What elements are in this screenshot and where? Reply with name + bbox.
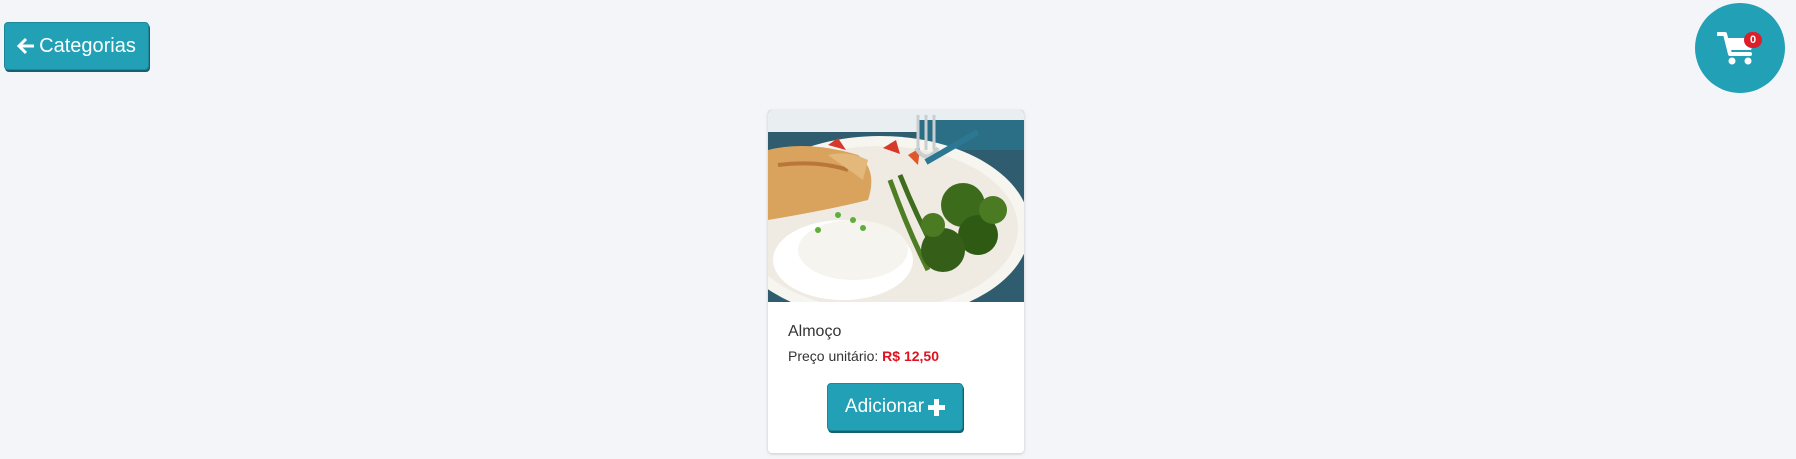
back-to-categories-button[interactable]: Categorias [4, 22, 149, 70]
arrow-left-icon [17, 37, 35, 55]
add-button-label: Adicionar [844, 396, 925, 417]
price-value: R$ 12,50 [882, 348, 939, 364]
price-label: Preço unitário: [788, 348, 879, 364]
add-to-cart-button[interactable]: Adicionar [827, 383, 963, 431]
product-card: Almoço Preço unitário: R$ 12,50 Adiciona… [768, 110, 1024, 453]
product-price: Preço unitário: R$ 12,50 [788, 348, 939, 364]
page: Categorias 0 Almoço Preço unitário: R$ 1… [0, 0, 1796, 459]
back-button-label: Categorias [39, 34, 136, 57]
plus-icon [928, 398, 946, 416]
product-name: Almoço [788, 323, 842, 340]
food-plate-image [768, 110, 1024, 302]
cart-count-badge: 0 [1744, 32, 1762, 48]
cart-button[interactable]: 0 [1695, 3, 1785, 93]
